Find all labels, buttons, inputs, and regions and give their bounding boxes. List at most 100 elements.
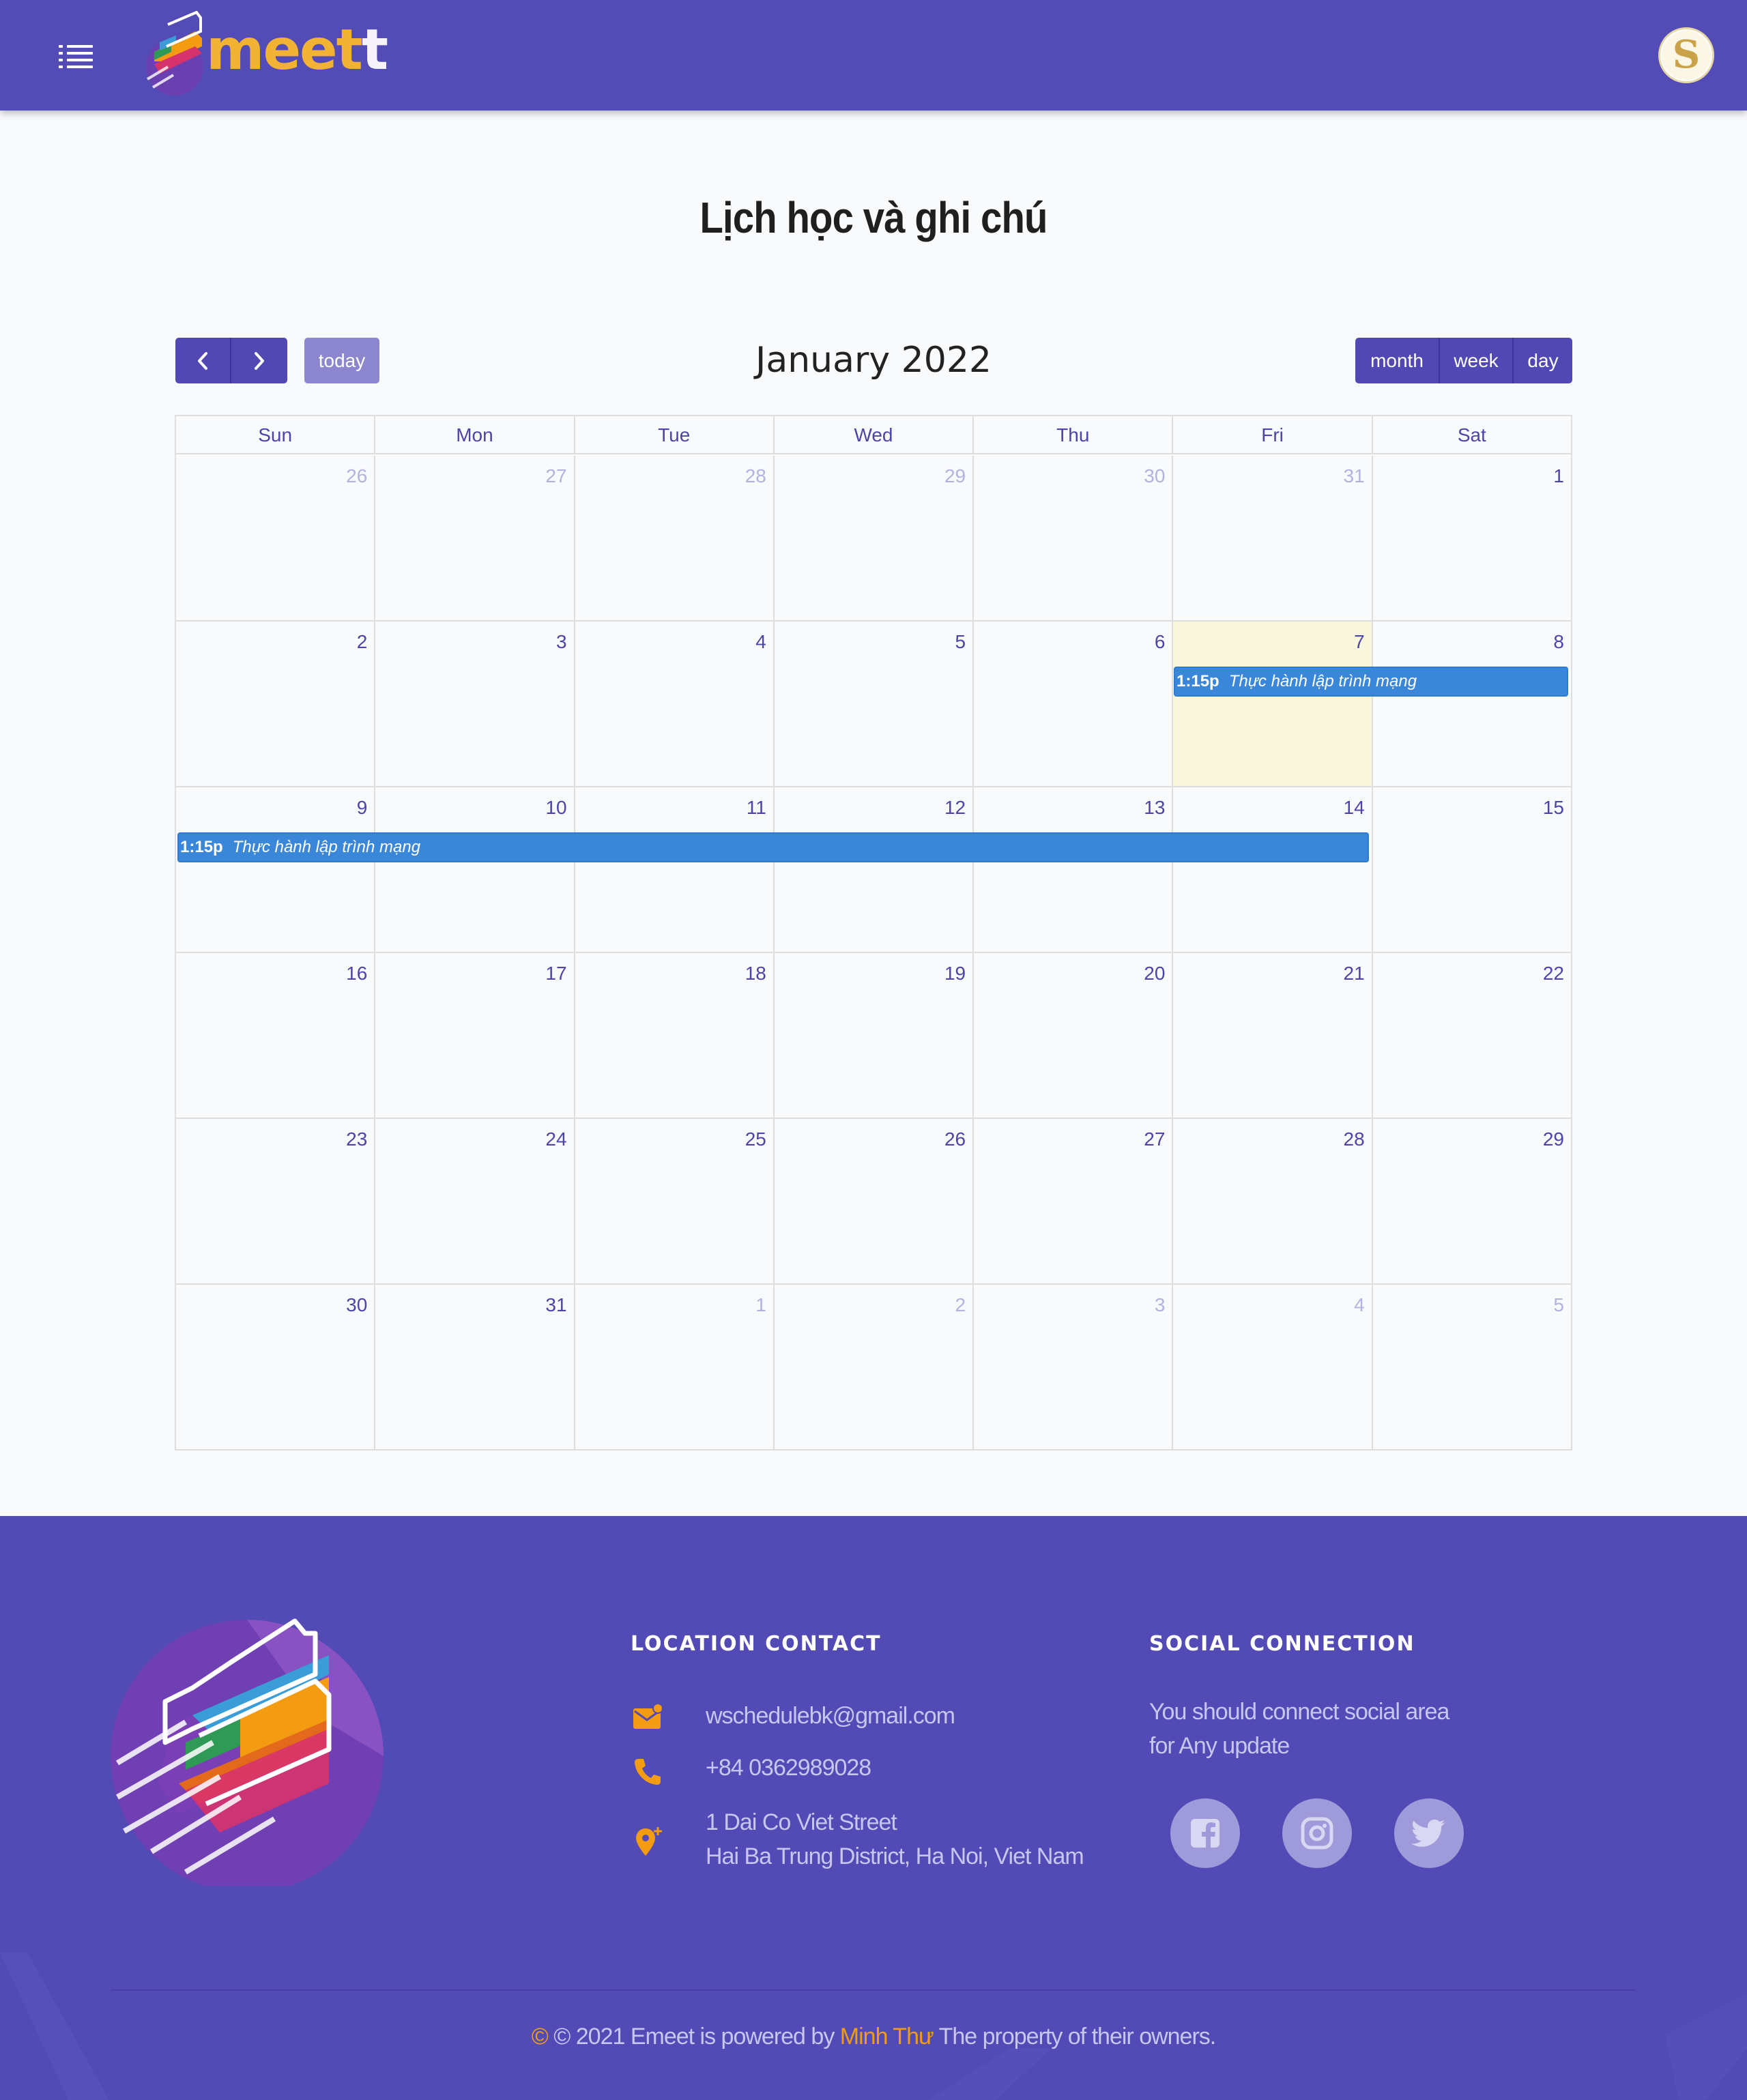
day-number[interactable]: 7 [1354,631,1365,653]
calendar-day-cell[interactable]: 28 [1173,1119,1373,1283]
day-number[interactable]: 1 [1553,465,1564,487]
calendar-day-cell[interactable]: 31 [1173,456,1373,620]
contact-email[interactable]: wschedulebk@gmail.com [706,1703,955,1730]
calendar-day-cell[interactable]: 15 [1373,787,1571,952]
calendar-day-cell[interactable]: 1 [1373,456,1571,620]
calendar-day-cell[interactable]: 2 [176,622,376,786]
calendar-day-cell[interactable]: 29 [775,456,974,620]
day-number[interactable]: 6 [1155,631,1166,653]
day-number[interactable]: 27 [545,465,566,487]
avatar-s-icon: S [1662,31,1711,80]
calendar-day-cell[interactable]: 13 [974,787,1174,952]
day-number[interactable]: 15 [1543,797,1564,819]
calendar-day-cell[interactable]: 8 [1373,622,1571,786]
calendar-day-cell[interactable]: 17 [375,953,575,1118]
calendar-day-cell[interactable]: 10 [375,787,575,952]
day-number[interactable]: 26 [944,1128,966,1150]
day-number[interactable]: 23 [346,1128,367,1150]
instagram-button[interactable] [1282,1798,1352,1868]
day-number[interactable]: 4 [1354,1294,1365,1316]
day-number[interactable]: 13 [1144,797,1165,819]
calendar-day-cell[interactable]: 11 [575,787,775,952]
calendar-day-cell[interactable]: 30 [176,1285,376,1449]
calendar-day-cell[interactable]: 16 [176,953,376,1118]
calendar-day-cell[interactable]: 28 [575,456,775,620]
day-number[interactable]: 11 [747,797,766,819]
day-number[interactable]: 21 [1344,963,1365,985]
calendar-day-cell[interactable]: 26 [176,456,376,620]
day-number[interactable]: 24 [545,1128,566,1150]
calendar-day-cell[interactable]: 29 [1373,1119,1571,1283]
calendar-day-cell[interactable]: 26 [775,1119,974,1283]
day-number[interactable]: 2 [955,1294,966,1316]
day-number[interactable]: 3 [556,631,567,653]
day-number[interactable]: 28 [745,465,766,487]
calendar-day-cell-today[interactable]: 7 [1173,622,1373,786]
calendar-day-cell[interactable]: 21 [1173,953,1373,1118]
calendar-day-cell[interactable]: 25 [575,1119,775,1283]
calendar-day-cell[interactable]: 24 [375,1119,575,1283]
view-week-button[interactable]: week [1440,338,1514,383]
calendar-day-cell[interactable]: 2 [775,1285,974,1449]
list-menu-icon[interactable] [59,42,93,68]
day-number[interactable]: 16 [346,963,367,985]
day-number[interactable]: 5 [955,631,966,653]
day-number[interactable]: 10 [545,797,566,819]
day-number[interactable]: 1 [755,1294,766,1316]
calendar-day-cell[interactable]: 20 [974,953,1174,1118]
day-number[interactable]: 31 [1344,465,1365,487]
calendar-day-cell[interactable]: 18 [575,953,775,1118]
day-number[interactable]: 28 [1344,1128,1365,1150]
day-number[interactable]: 30 [1144,465,1165,487]
day-number[interactable]: 18 [745,963,766,985]
day-number[interactable]: 2 [357,631,368,653]
day-number[interactable]: 22 [1543,963,1564,985]
calendar-day-cell[interactable]: 30 [974,456,1174,620]
calendar-day-cell[interactable]: 23 [176,1119,376,1283]
day-number[interactable]: 19 [944,963,966,985]
day-number[interactable]: 8 [1553,631,1564,653]
calendar-event[interactable]: 1:15p Thực hành lập trình mạng [177,832,1369,862]
view-month-button[interactable]: month [1355,338,1440,383]
calendar-day-cell[interactable]: 5 [775,622,974,786]
day-number[interactable]: 25 [745,1128,766,1150]
day-number[interactable]: 3 [1155,1294,1166,1316]
emeet-logo[interactable]: meett [141,11,388,96]
calendar-day-cell[interactable]: 9 [176,787,376,952]
day-number[interactable]: 20 [1144,963,1165,985]
user-avatar[interactable]: S [1658,27,1714,83]
day-number[interactable]: 4 [755,631,766,653]
day-number[interactable]: 29 [944,465,966,487]
day-number[interactable]: 30 [346,1294,367,1316]
day-number[interactable]: 9 [357,797,368,819]
calendar-event[interactable]: 1:15p Thực hành lập trình mạng [1174,667,1568,697]
calendar-day-cell[interactable]: 14 [1173,787,1373,952]
calendar-day-cell[interactable]: 4 [1173,1285,1373,1449]
copyright-prefix: © 2021 Emeet is powered by [553,2024,835,2050]
day-number[interactable]: 5 [1553,1294,1564,1316]
day-number[interactable]: 14 [1344,797,1365,819]
facebook-button[interactable] [1170,1798,1240,1868]
calendar-day-cell[interactable]: 5 [1373,1285,1571,1449]
calendar-day-cell[interactable]: 6 [974,622,1174,786]
calendar-day-cell[interactable]: 31 [375,1285,575,1449]
calendar-day-cell[interactable]: 19 [775,953,974,1118]
calendar-day-cell[interactable]: 12 [775,787,974,952]
day-number[interactable]: 31 [545,1294,566,1316]
twitter-button[interactable] [1394,1798,1464,1868]
calendar-day-cell[interactable]: 3 [375,622,575,786]
copyright-author[interactable]: Minh Thư [840,2024,934,2050]
calendar-day-cell[interactable]: 27 [974,1119,1174,1283]
calendar-day-cell[interactable]: 27 [375,456,575,620]
day-number[interactable]: 29 [1543,1128,1564,1150]
day-number[interactable]: 17 [545,963,566,985]
calendar-day-cell[interactable]: 3 [974,1285,1174,1449]
calendar-day-cell[interactable]: 1 [575,1285,775,1449]
calendar-day-cell[interactable]: 22 [1373,953,1571,1118]
day-number[interactable]: 26 [346,465,367,487]
calendar-day-cell[interactable]: 4 [575,622,775,786]
day-number[interactable]: 27 [1144,1128,1165,1150]
day-number[interactable]: 12 [944,797,966,819]
view-day-button[interactable]: day [1514,338,1572,383]
contact-phone[interactable]: +84 0362989028 [706,1755,871,1781]
